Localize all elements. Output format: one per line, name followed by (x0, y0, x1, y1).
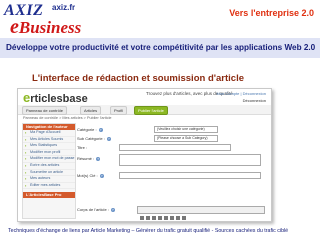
breadcrumb: Panneau de contrôle > Mes articles > Pub… (23, 116, 112, 120)
section-title: L'interface de rédaction et soumission d… (32, 73, 244, 84)
tab-profile[interactable]: Profil (110, 106, 128, 115)
bold-icon[interactable] (140, 216, 144, 220)
help-icon[interactable]: ? (99, 173, 104, 178)
sidebar-item-submitted[interactable]: Mes Articles Soumis (23, 137, 75, 144)
subcategory-label: Sub Catégorie :? (77, 136, 111, 141)
slide-header-title: Vers l'entreprise 2.0 (229, 8, 314, 18)
sidebar-item-edit-password[interactable]: Modifier mon mot de passe (23, 156, 75, 163)
account-links[interactable]: Mon Compte | Déconnexion (216, 91, 266, 96)
articlesbase-logo[interactable]: erticlesbase (23, 90, 88, 105)
help-icon[interactable]: ? (106, 136, 111, 141)
sidebar-item-authors[interactable]: Mes auteurs (23, 176, 75, 183)
undo-icon[interactable] (176, 216, 180, 220)
list-icon[interactable] (158, 216, 162, 220)
sidebar-heading-pro: L'ArticlesBase Pro (23, 192, 75, 199)
help-icon[interactable]: ? (96, 156, 101, 161)
axiz-ebusiness-logo: AXIZ axiz.fr eBusiness (4, 2, 90, 38)
help-icon[interactable]: ? (98, 127, 103, 132)
embedded-screenshot: erticlesbase Trouvez plus d'articles, av… (17, 88, 272, 222)
sidebar-item-write[interactable]: Écrire des articles (23, 163, 75, 170)
publish-article-form: Catégorie :? (Veuillez choisir une catég… (77, 123, 267, 220)
title-input[interactable] (119, 144, 231, 151)
underline-icon[interactable] (152, 216, 156, 220)
keywords-input[interactable] (119, 172, 261, 179)
logo-site-text: axiz.fr (52, 3, 76, 12)
sidebar-item-home[interactable]: Ma Page d'Accueil (23, 130, 75, 137)
italic-icon[interactable] (146, 216, 150, 220)
sidebar-item-submit[interactable]: Soumettre un article (23, 170, 75, 177)
subcategory-select[interactable]: (Please choose a Sub Category) (154, 135, 218, 142)
keywords-label: Mot(s) Clé :? (77, 173, 104, 178)
body-label: Corps de l'article :? (77, 207, 115, 212)
sidebar-item-edit-articles[interactable]: Éditer mes articles (23, 183, 75, 190)
editor-toolbar (137, 206, 265, 220)
link-icon[interactable] (164, 216, 168, 220)
tab-articles[interactable]: Articles (80, 106, 102, 115)
summary-label: Résumé :? (77, 156, 101, 161)
slide-footer: Techniques d'échange de liens par Articl… (8, 228, 289, 234)
category-label: Catégorie :? (77, 127, 103, 132)
articlesbase-topbar: erticlesbase Trouvez plus d'articles, av… (18, 89, 271, 106)
category-select[interactable]: (Veuillez choisir une catégorie) (154, 126, 218, 133)
redo-icon[interactable] (182, 216, 186, 220)
sidebar-item-edit-profile[interactable]: Modifier mon profil (23, 150, 75, 157)
author-sidebar: Navigation de l'auteur Ma Page d'Accueil… (22, 123, 76, 219)
title-label: Titre : (77, 145, 88, 150)
logout-link[interactable]: Déconnexion (243, 98, 266, 103)
sidebar-item-stats[interactable]: Mes Statistiques (23, 143, 75, 150)
summary-textarea[interactable] (119, 154, 261, 166)
tab-control-panel[interactable]: Panneau de contrôle (22, 106, 67, 115)
logo-ebusiness-text: eBusiness (10, 16, 82, 38)
articlesbase-nav: Panneau de contrôle Articles Profil Publ… (18, 105, 271, 115)
slide-subtitle: Développe votre productivité et votre co… (6, 43, 316, 52)
tab-publish-article[interactable]: Publier l'article (134, 106, 168, 115)
align-icon[interactable] (170, 216, 174, 220)
help-icon[interactable]: ? (110, 207, 115, 212)
